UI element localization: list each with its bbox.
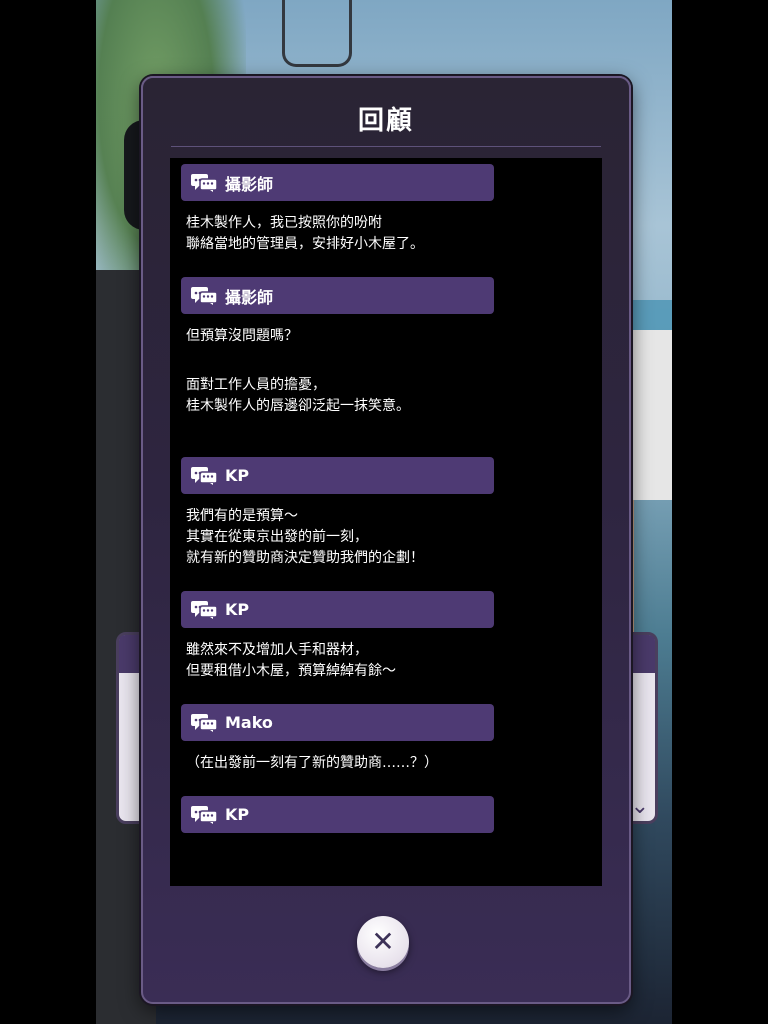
dialogue-line: 但要租借小木屋，預算綽綽有餘～ (186, 663, 396, 679)
speaker-name: KP (225, 600, 250, 619)
dialogue-line: 聯絡當地的管理員，安排好小木屋了。 (186, 236, 424, 252)
backlog-panel: 回顧 攝影師 桂木製作人，我已按照你的吩咐 聯絡當地的管理員，安排好小木屋了。 攝影師… (141, 76, 631, 1004)
character-right (626, 330, 672, 500)
log-entry: KP (170, 796, 602, 833)
log-entry: 面對工作人員的擔憂， 桂木製作人的唇邊卻泛起一抹笑意。 (170, 375, 602, 417)
dialogue-text: 面對工作人員的擔憂， 桂木製作人的唇邊卻泛起一抹笑意。 (186, 375, 602, 417)
dialogue-line: （在出發前一刻有了新的贊助商……？） (186, 755, 438, 771)
speaker-name: 攝影師 (225, 287, 274, 307)
dialogue-text: （在出發前一刻有了新的贊助商……？） (186, 753, 602, 774)
chat-bubble-icon (191, 173, 217, 192)
log-entry: 攝影師桂木製作人，我已按照你的吩咐聯絡當地的管理員，安排好小木屋了。 (170, 164, 602, 255)
dialogue-text: 但預算沒問題嗎？ (186, 326, 602, 347)
speaker-name: 攝影師 (225, 174, 274, 194)
speaker-bar: KP (181, 457, 494, 494)
log-entry: Mako （在出發前一刻有了新的贊助商……？） (170, 704, 602, 774)
panel-title: 回顧 (357, 106, 414, 136)
close-button[interactable]: ✕ (357, 916, 409, 968)
dialogue-line: 桂木製作人，我已按照你的吩咐 (186, 215, 382, 231)
dialogue-line: 就有新的贊助商決定贊助我們的企劃！ (186, 550, 424, 566)
dialogue-text: 雖然來不及增加人手和器材， 但要租借小木屋，預算綽綽有餘～ (186, 640, 602, 682)
speaker-bar: KP (181, 796, 494, 833)
close-icon: ✕ (371, 925, 395, 958)
log-entry: KP 我們有的是預算～ 其實在從東京出發的前一刻， 就有新的贊助商決定贊助我們的企劃！ (170, 457, 602, 569)
chat-bubble-icon (191, 713, 217, 732)
speaker-bar: 攝影師 (181, 277, 494, 314)
speaker-bar: KP (181, 591, 494, 628)
dialogue-line: 桂木製作人的唇邊卻泛起一抹笑意。 (186, 398, 410, 414)
chevron-down-icon: ⌄ (630, 794, 649, 819)
speaker-bar: Mako (181, 704, 494, 741)
backlog-list[interactable]: 攝影師 桂木製作人，我已按照你的吩咐 聯絡當地的管理員，安排好小木屋了。 攝影師 但預算… (170, 158, 602, 886)
speaker-name: Mako (225, 713, 273, 732)
log-entry: 攝影師但預算沒問題嗎？ (170, 277, 602, 347)
chat-bubble-icon (191, 286, 217, 305)
hanging-lamp (282, 0, 352, 67)
dialogue-text: 我們有的是預算～ 其實在從東京出發的前一刻， 就有新的贊助商決定贊助我們的企劃！ (186, 506, 602, 569)
dialogue-line: 雖然來不及增加人手和器材， (186, 642, 368, 658)
log-entry: KP 雖然來不及增加人手和器材， 但要租借小木屋，預算綽綽有餘～ (170, 591, 602, 682)
divider (171, 146, 601, 147)
chat-bubble-icon (191, 466, 217, 485)
speaker-name: KP (225, 466, 250, 485)
dialogue-line: 其實在從東京出發的前一刻， (186, 529, 368, 545)
speaker-bar: 攝影師 (181, 164, 494, 201)
chat-bubble-icon (191, 600, 217, 619)
chat-bubble-icon (191, 805, 217, 824)
speaker-name: KP (225, 805, 250, 824)
dialogue-line: 但預算沒問題嗎？ (186, 328, 298, 344)
dialogue-line: 我們有的是預算～ (186, 508, 298, 524)
dialogue-line: 面對工作人員的擔憂， (186, 377, 326, 393)
dialogue-text: 桂木製作人，我已按照你的吩咐聯絡當地的管理員，安排好小木屋了。 (186, 213, 602, 255)
